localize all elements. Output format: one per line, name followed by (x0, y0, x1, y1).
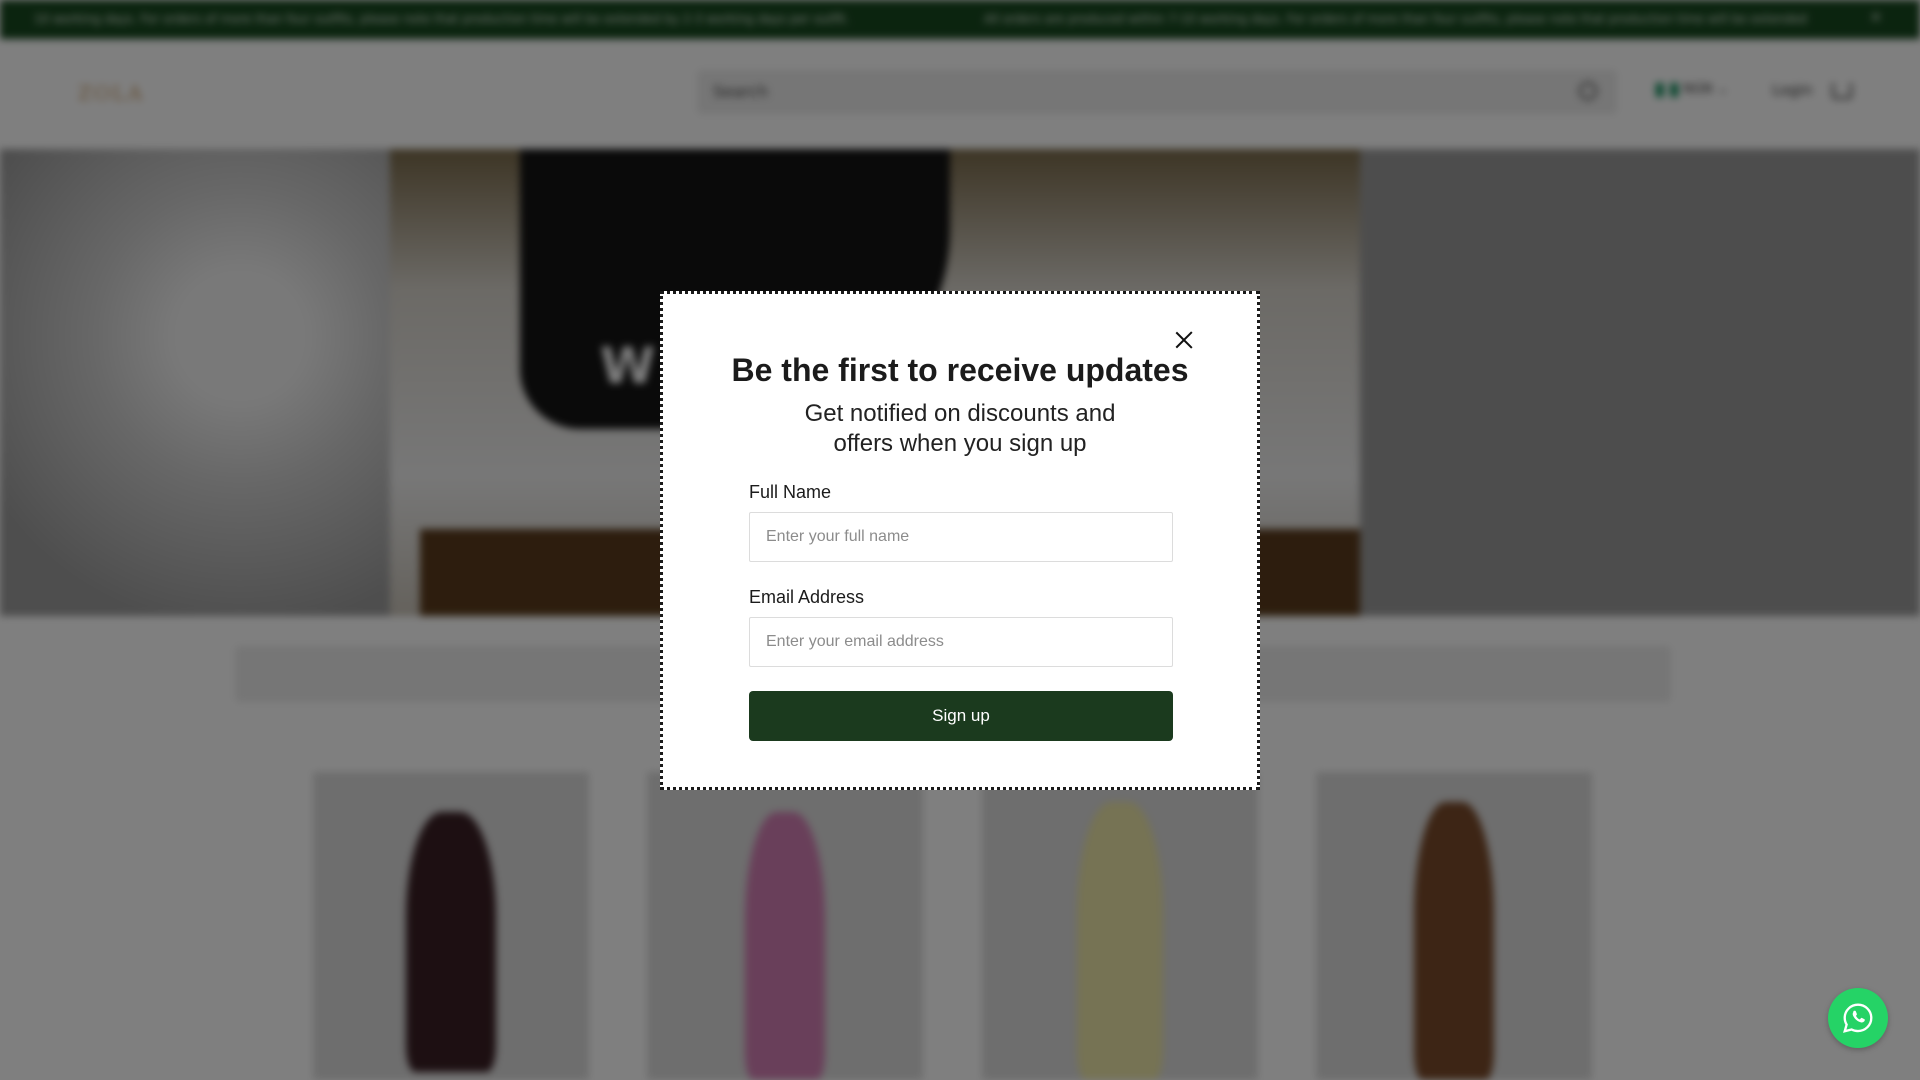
modal-title: Be the first to receive updates (731, 352, 1189, 388)
email-field[interactable] (749, 617, 1173, 667)
full-name-field[interactable] (749, 512, 1173, 562)
newsletter-modal: Be the first to receive updates Get noti… (660, 291, 1260, 790)
full-name-label: Full Name (749, 482, 832, 502)
signup-button[interactable]: Sign up (749, 691, 1173, 741)
whatsapp-icon (1843, 1003, 1873, 1033)
email-label: Email Address (749, 587, 865, 607)
modal-subtitle: Get notified on discounts and offers whe… (804, 400, 1116, 457)
whatsapp-button[interactable] (1828, 988, 1888, 1048)
close-icon[interactable] (1171, 327, 1197, 353)
